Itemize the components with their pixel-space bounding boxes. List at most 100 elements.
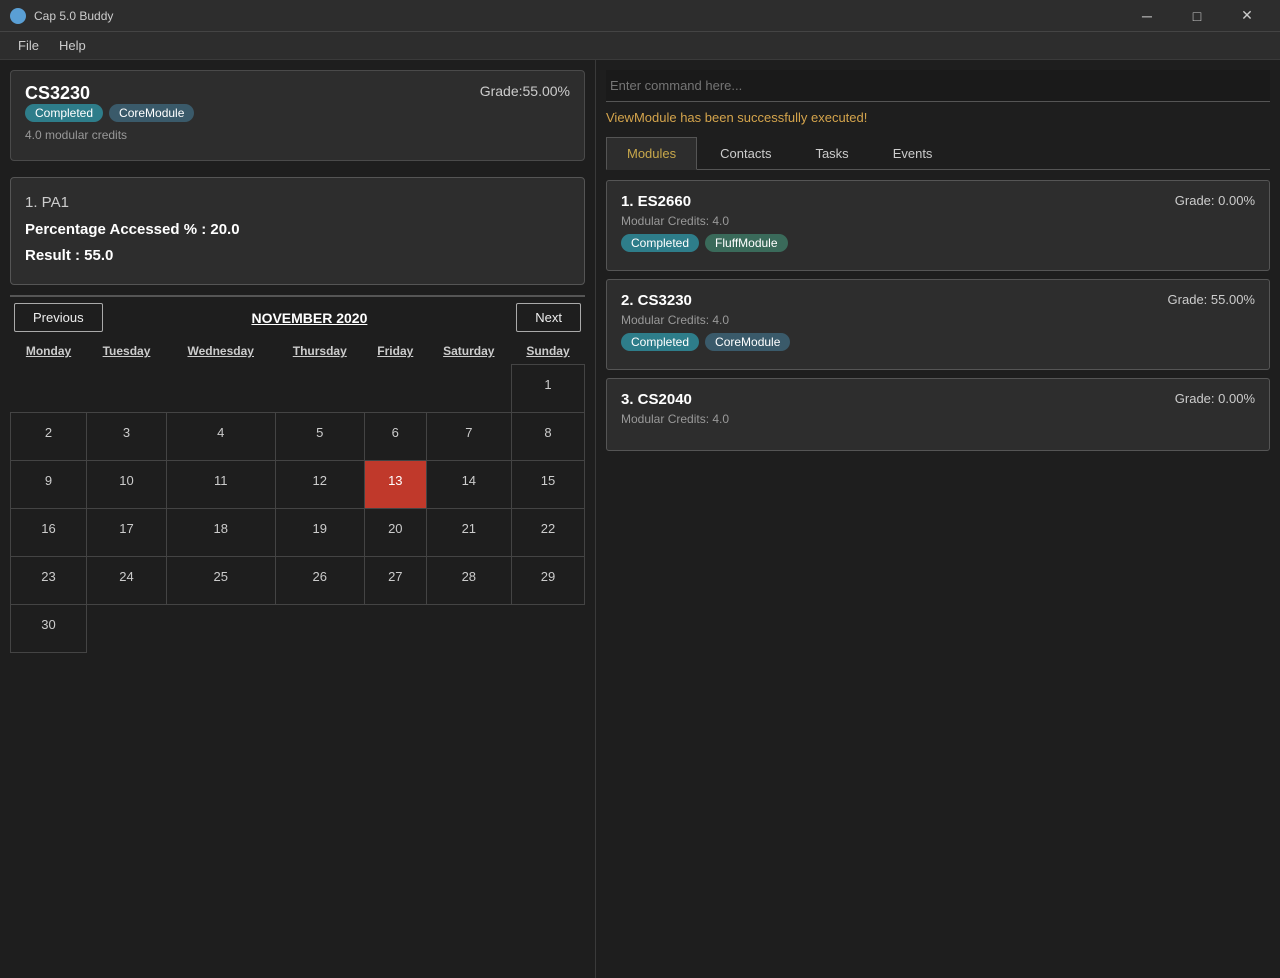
calendar-day[interactable]: 4 [166,413,275,461]
maximize-button[interactable]: □ [1174,0,1220,32]
calendar-day [511,605,584,653]
day-wednesday: Wednesday [166,338,275,365]
calendar-day[interactable]: 27 [364,557,426,605]
calendar-day[interactable]: 11 [166,461,275,509]
module-list: 1. ES2660 Modular Credits: 4.0 Completed Fl… [606,180,1270,459]
right-panel: ViewModule has been successfully execute… [596,60,1280,978]
calendar-day[interactable]: 17 [87,509,167,557]
calendar-day [364,365,426,413]
assessment-number: 1. PA1 [25,194,570,211]
menu-file[interactable]: File [8,34,49,57]
calendar-nav: Previous NOVEMBER 2020 Next [10,295,585,338]
calendar-day [364,605,426,653]
calendar-day[interactable]: 6 [364,413,426,461]
calendar-day[interactable]: 22 [511,509,584,557]
module-grade: Grade:55.00% [480,83,570,99]
day-tuesday: Tuesday [87,338,167,365]
calendar-day[interactable]: 26 [275,557,364,605]
module-list-grade: Grade: 0.00% [1175,391,1255,406]
calendar-day[interactable]: 15 [511,461,584,509]
calendar-day [87,605,167,653]
assessment-card: 1. PA1 Percentage Accessed % : 20.0 Resu… [10,177,585,285]
module-list-item[interactable]: 3. CS2040 Modular Credits: 4.0 Grade: 0.00… [606,378,1270,451]
app-icon [10,8,26,24]
module-list-item-left: 3. CS2040 Modular Credits: 4.0 [621,391,729,438]
calendar-day[interactable]: 28 [426,557,511,605]
calendar-row: 1 [11,365,585,413]
day-thursday: Thursday [275,338,364,365]
day-friday: Friday [364,338,426,365]
module-list-grade: Grade: 0.00% [1175,193,1255,208]
calendar-month-title: NOVEMBER 2020 [251,310,367,326]
calendar-day[interactable]: 7 [426,413,511,461]
day-sunday: Sunday [511,338,584,365]
calendar-day[interactable]: 8 [511,413,584,461]
calendar-row: 9101112131415 [11,461,585,509]
calendar-day[interactable]: 16 [11,509,87,557]
calendar-day[interactable]: 2 [11,413,87,461]
calendar-row: 2345678 [11,413,585,461]
calendar-day[interactable]: 5 [275,413,364,461]
calendar-day[interactable]: 20 [364,509,426,557]
command-input[interactable] [606,70,1270,102]
tag-fluffmodule: FluffModule [705,234,787,252]
calendar-day [11,365,87,413]
tab-contacts[interactable]: Contacts [699,137,792,169]
calendar-day[interactable]: 23 [11,557,87,605]
module-list-credits: Modular Credits: 4.0 [621,412,729,426]
calendar-grid: Monday Tuesday Wednesday Thursday Friday… [10,338,585,968]
calendar-day [166,605,275,653]
previous-button[interactable]: Previous [14,303,103,332]
module-list-title: 1. ES2660 [621,193,788,210]
calendar-day[interactable]: 19 [275,509,364,557]
tag-completed: Completed [621,234,699,252]
calendar-day[interactable]: 14 [426,461,511,509]
calendar-day [426,605,511,653]
result-label: Result : 55.0 [25,247,113,264]
module-list-tags: Completed FluffModule [621,234,788,252]
calendar-header-row: Monday Tuesday Wednesday Thursday Friday… [11,338,585,365]
module-list-tags: Completed CoreModule [621,333,790,351]
calendar-day[interactable]: 10 [87,461,167,509]
tag-coremodule: CoreModule [109,104,194,122]
module-credits: 4.0 modular credits [25,128,194,142]
tag-coremodule: CoreModule [705,333,790,351]
tabs: Modules Contacts Tasks Events [606,137,1270,170]
window-controls: ─ □ ✕ [1124,0,1270,32]
calendar-row: 30 [11,605,585,653]
module-title: CS3230 [25,83,194,104]
calendar-day[interactable]: 29 [511,557,584,605]
calendar-day[interactable]: 21 [426,509,511,557]
calendar-day [426,365,511,413]
module-list-item[interactable]: 2. CS3230Modular Credits: 4.0CompletedCo… [606,279,1270,370]
tag-completed: Completed [621,333,699,351]
module-list-item-left: 1. ES2660 Modular Credits: 4.0 Completed Fl… [621,193,788,258]
tab-tasks[interactable]: Tasks [794,137,869,169]
calendar-day[interactable]: 13 [364,461,426,509]
tab-events[interactable]: Events [872,137,954,169]
module-list-item[interactable]: 1. ES2660 Modular Credits: 4.0 Completed Fl… [606,180,1270,271]
calendar-row: 16171819202122 [11,509,585,557]
menu-help[interactable]: Help [49,34,96,57]
calendar-day[interactable]: 25 [166,557,275,605]
calendar-day[interactable]: 1 [511,365,584,413]
module-list-title: 3. CS2040 [621,391,729,408]
minimize-button[interactable]: ─ [1124,0,1170,32]
calendar-day[interactable]: 24 [87,557,167,605]
calendar-section: Previous NOVEMBER 2020 Next Monday Tuesd… [10,295,585,968]
module-list-credits: Modular Credits: 4.0 [621,313,790,327]
calendar-day[interactable]: 12 [275,461,364,509]
module-list-credits: Modular Credits: 4.0 [621,214,788,228]
calendar-day[interactable]: 9 [11,461,87,509]
module-card-cs3230: CS3230 Completed CoreModule 4.0 modular … [10,70,585,161]
module-list-title: 2. CS3230 [621,292,790,309]
calendar-day[interactable]: 3 [87,413,167,461]
close-button[interactable]: ✕ [1224,0,1270,32]
calendar-day[interactable]: 30 [11,605,87,653]
day-monday: Monday [11,338,87,365]
assessment-detail: Percentage Accessed % : 20.0 Result : 55… [25,217,570,268]
tab-modules[interactable]: Modules [606,137,697,170]
calendar-day[interactable]: 18 [166,509,275,557]
next-button[interactable]: Next [516,303,581,332]
menubar: File Help [0,32,1280,60]
